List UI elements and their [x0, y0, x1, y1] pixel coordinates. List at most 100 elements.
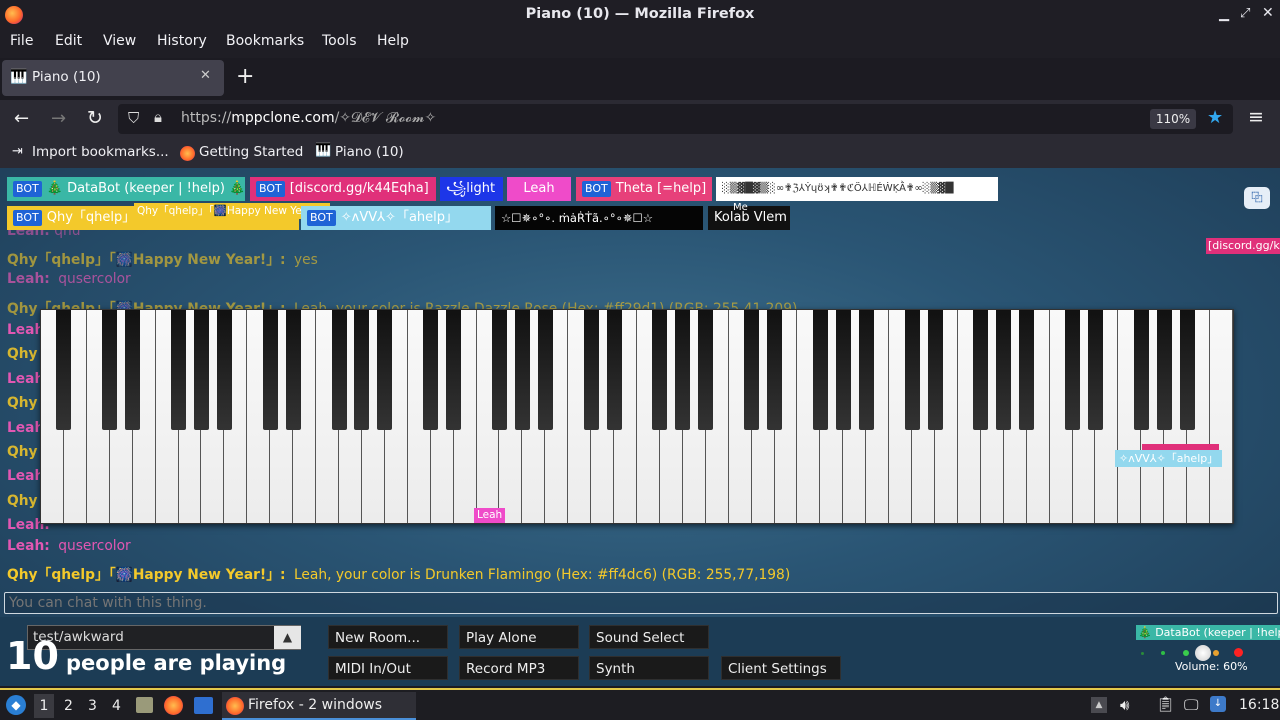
black-key[interactable] [102, 310, 118, 430]
tray-up-icon[interactable]: ▲ [1091, 697, 1107, 713]
black-key[interactable] [812, 310, 828, 430]
midi-button[interactable]: MIDI In/Out [328, 656, 448, 680]
player-kolab[interactable]: Kolab Vlem [708, 206, 790, 230]
window-icon[interactable] [194, 697, 213, 714]
firefox-icon[interactable] [164, 696, 183, 715]
black-key[interactable] [1087, 310, 1103, 430]
clipboard-icon[interactable]: 📋︎ [1156, 695, 1175, 713]
lock-icon[interactable]: 🔒︎ [154, 108, 162, 126]
new-tab-icon[interactable]: + [236, 64, 254, 89]
close-icon[interactable]: ✕ [1262, 5, 1274, 21]
chat-input[interactable] [4, 592, 1278, 614]
expand-up-icon[interactable]: ▲ [274, 626, 301, 649]
black-key[interactable] [171, 310, 187, 430]
black-key[interactable] [262, 310, 278, 430]
taskbar-task-firefox[interactable]: Firefox - 2 windows [222, 692, 416, 720]
player-databot[interactable]: BOT 🎄 DataBot (keeper | !help) 🎄 [7, 177, 245, 201]
black-key[interactable] [56, 310, 72, 430]
menu-file[interactable]: File [10, 33, 33, 49]
minimize-icon[interactable]: ▁ [1219, 7, 1229, 22]
bookmark-piano[interactable]: Piano (10) [335, 144, 404, 160]
black-key[interactable] [1179, 310, 1195, 430]
forward-icon[interactable]: → [51, 108, 66, 129]
black-key[interactable] [652, 310, 668, 430]
menu-view[interactable]: View [103, 33, 136, 49]
black-key[interactable] [1156, 310, 1172, 430]
player-discord-bot[interactable]: BOT [discord.gg/k44Eqha] [250, 177, 436, 201]
updates-icon[interactable]: ↓ [1210, 696, 1226, 712]
player-fancy[interactable]: ░▒▓█▓▒░∞✟ℨ⅄Ẏɥʊ̈ʞ✟✟ℭÖ⅄ℍÉẆḲẰ✟∞░▒▓█ [716, 177, 998, 201]
volume-knob[interactable] [1195, 645, 1211, 661]
translate-icon[interactable]: ⿻ [1244, 187, 1270, 209]
black-key[interactable] [193, 310, 209, 430]
player-marta[interactable]: ☆☐✵∘°∘. ṁȧṘṪã.∘°∘✵☐☆ [495, 206, 703, 230]
piano-keyboard[interactable] [40, 309, 1234, 524]
black-key[interactable] [1133, 310, 1149, 430]
maximize-icon[interactable]: ⤢ [1240, 6, 1250, 21]
sound-select-button[interactable]: Sound Select [589, 625, 709, 649]
players-label: people are playing [66, 651, 287, 675]
menu-tools[interactable]: Tools [322, 33, 357, 49]
workspace-4[interactable]: 4 [112, 698, 121, 714]
black-key[interactable] [377, 310, 393, 430]
black-key[interactable] [331, 310, 347, 430]
black-key[interactable] [858, 310, 874, 430]
black-key[interactable] [514, 310, 530, 430]
new-room-button[interactable]: New Room... [328, 625, 448, 649]
black-key[interactable] [125, 310, 141, 430]
black-key[interactable] [904, 310, 920, 430]
menu-edit[interactable]: Edit [55, 33, 82, 49]
back-icon[interactable]: ← [14, 108, 29, 129]
display-icon[interactable]: 🖵 [1184, 696, 1198, 714]
player-vvv-bot[interactable]: BOT ✧ʌVV⅄✧「ahelp」 [301, 206, 491, 230]
app-menu-icon[interactable]: ≡ [1248, 106, 1264, 128]
menu-history[interactable]: History [157, 33, 207, 49]
black-key[interactable] [423, 310, 439, 430]
workspace-3[interactable]: 3 [88, 698, 97, 714]
black-key[interactable] [698, 310, 714, 430]
black-key[interactable] [491, 310, 507, 430]
player-leah[interactable]: Leah [507, 177, 571, 201]
black-key[interactable] [354, 310, 370, 430]
zoom-level[interactable]: 110% [1150, 109, 1196, 129]
black-key[interactable] [996, 310, 1012, 430]
bookmark-import[interactable]: Import bookmarks... [32, 144, 169, 160]
black-key[interactable] [973, 310, 989, 430]
workspace-1[interactable]: 1 [34, 694, 54, 718]
navigation-bar: ← → ↻ ⛉ 🔒︎ https://mppclone.com/✧𝓓𝓔𝓥 𝓡𝓸𝓸… [0, 100, 1280, 138]
player-theta-bot[interactable]: BOT Theta [=help] [576, 177, 712, 201]
black-key[interactable] [606, 310, 622, 430]
bookmark-star-icon[interactable]: ★ [1207, 107, 1223, 128]
menu-help[interactable]: Help [377, 33, 409, 49]
menu-bookmarks[interactable]: Bookmarks [226, 33, 304, 49]
record-mp3-button[interactable]: Record MP3 [459, 656, 579, 680]
black-key[interactable] [216, 310, 232, 430]
tab-close-icon[interactable]: ✕ [200, 68, 211, 83]
black-key[interactable] [446, 310, 462, 430]
bookmark-getting-started[interactable]: Getting Started [199, 144, 303, 160]
black-key[interactable] [1065, 310, 1081, 430]
black-key[interactable] [835, 310, 851, 430]
play-alone-button[interactable]: Play Alone [459, 625, 579, 649]
shield-icon[interactable]: ⛉ [128, 109, 139, 127]
black-key[interactable] [537, 310, 553, 430]
black-key[interactable] [744, 310, 760, 430]
file-manager-icon[interactable] [136, 697, 153, 713]
client-settings-button[interactable]: Client Settings [721, 656, 841, 680]
room-selector[interactable]: test/awkward ▲ [27, 625, 301, 650]
reload-icon[interactable]: ↻ [87, 107, 103, 129]
black-key[interactable] [1019, 310, 1035, 430]
white-key[interactable] [1210, 310, 1233, 523]
player-light[interactable]: ꧁light [440, 177, 503, 201]
synth-button[interactable]: Synth [589, 656, 709, 680]
black-key[interactable] [675, 310, 691, 430]
tab-piano[interactable]: 🎹 Piano (10) ✕ [2, 60, 224, 96]
black-key[interactable] [767, 310, 783, 430]
url-bar[interactable]: ⛉ 🔒︎ https://mppclone.com/✧𝓓𝓔𝓥 𝓡𝓸𝓸𝓶✧ 110… [118, 104, 1233, 134]
black-key[interactable] [583, 310, 599, 430]
start-menu-icon[interactable]: ◆ [6, 695, 26, 715]
volume-icon[interactable]: 🔊︎ [1120, 696, 1129, 714]
workspace-2[interactable]: 2 [64, 698, 73, 714]
black-key[interactable] [927, 310, 943, 430]
black-key[interactable] [285, 310, 301, 430]
